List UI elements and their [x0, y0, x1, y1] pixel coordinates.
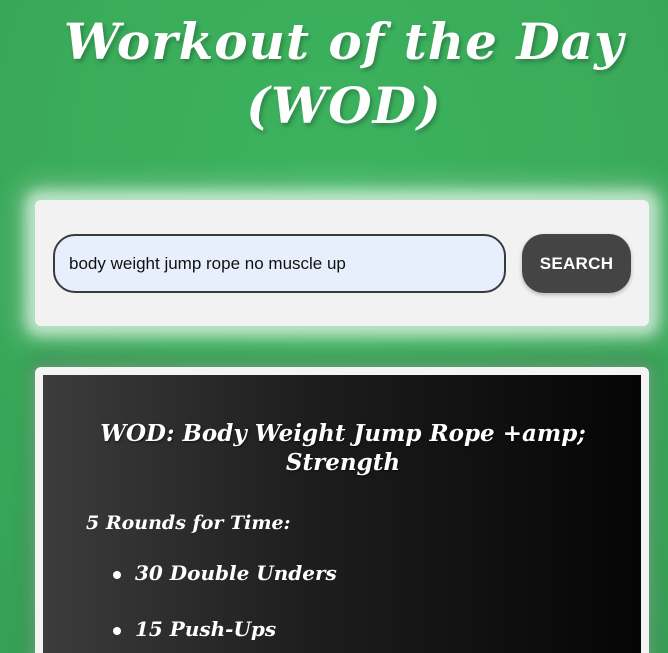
wod-exercise-list: 30 Double Unders 15 Push-Ups — [113, 561, 337, 653]
search-panel: SEARCH — [35, 200, 649, 326]
list-item: 30 Double Unders — [113, 561, 337, 617]
exercise-label: 30 Double Unders — [135, 561, 337, 585]
search-button[interactable]: SEARCH — [522, 234, 631, 293]
page-title: Workout of the Day (WOD) — [63, 12, 625, 135]
search-input[interactable] — [53, 234, 506, 293]
bullet-icon — [113, 627, 121, 635]
wod-format: 5 Rounds for Time: — [86, 512, 291, 534]
wod-title: WOD: Body Weight Jump Rope +amp; Strengt… — [100, 420, 586, 476]
exercise-label: 15 Push-Ups — [135, 617, 277, 641]
bullet-icon — [113, 571, 121, 579]
list-item: 15 Push-Ups — [113, 617, 337, 653]
wod-card: WOD: Body Weight Jump Rope +amp; Strengt… — [35, 367, 649, 653]
wod-board: WOD: Body Weight Jump Rope +amp; Strengt… — [43, 375, 641, 653]
